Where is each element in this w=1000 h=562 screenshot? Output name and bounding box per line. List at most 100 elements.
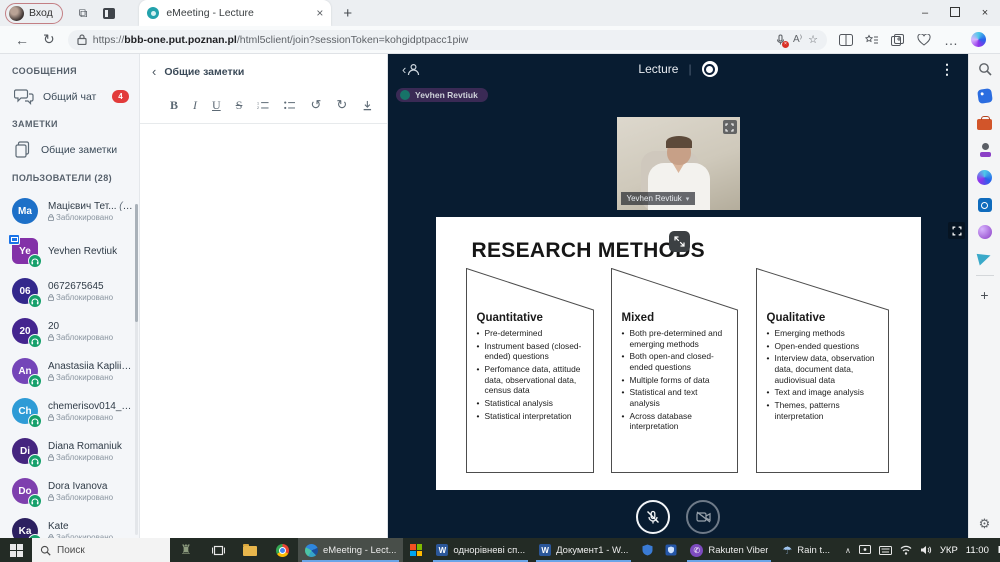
address-bar[interactable]: https://bbb-one.put.poznan.pl/html5clien… [67,29,827,50]
volume-icon[interactable] [920,545,932,555]
ordered-list-button[interactable]: 12 [257,100,269,111]
tab-close-icon[interactable]: × [316,6,323,20]
tray-expand-icon[interactable]: ∧ [845,546,851,555]
sidebar-outlook-icon[interactable] [977,198,992,212]
collections-star-icon[interactable] [865,33,879,46]
user-list-item[interactable]: Ch chemerisov014_19... Заблокировано [0,391,139,431]
download-notes-button[interactable] [362,99,373,112]
chrome-icon[interactable] [266,538,298,562]
browser-titlebar: Вход ⧉ eMeeting - Lecture × + – × [0,0,1000,26]
presentation-whiteboard[interactable]: RESEARCH METHODS Quantitative Pre-determ… [435,217,921,490]
tray-window-icon[interactable] [858,545,871,555]
sidebar-games-icon[interactable] [978,143,992,157]
lock-icon[interactable] [77,34,87,45]
tab-actions-icon[interactable] [103,7,116,19]
user-list-item[interactable]: An Anastasiia Kapliienko Заблокировано [0,351,139,391]
options-menu-icon[interactable]: ⋮ [940,61,954,78]
window-minimize-button[interactable]: – [910,7,940,19]
favorite-star-icon[interactable]: ☆ [808,33,818,46]
redo-button[interactable]: ↻ [336,97,347,113]
castle-shortcut-icon[interactable]: ♜ [170,538,202,562]
clock[interactable]: 11:00 [966,545,989,556]
language-indicator[interactable]: УКР [940,545,958,556]
taskbar-task-word1[interactable]: W однорівневі сп... [429,538,532,562]
back-button[interactable]: ← [15,32,29,48]
user-name: 0672675645 [48,280,104,292]
sidebar-item-public-chat[interactable]: Общий чат 4 [0,84,139,109]
window-close-button[interactable]: × [970,7,1000,19]
profile-avatar [9,5,24,21]
touch-keyboard-icon[interactable] [878,545,892,555]
mic-blocked-icon[interactable]: × [775,33,789,48]
bold-button[interactable]: B [170,98,178,113]
collections-add-icon[interactable] [891,33,905,46]
security-shield-icon[interactable] [635,538,659,562]
minimize-presentation-button[interactable] [668,231,690,252]
user-list-item[interactable]: Ye Yevhen Revtiuk Заблокировано [0,231,139,271]
user-name: Diana Romaniuk [48,440,122,452]
sidebar-settings-icon[interactable]: ⚙ [979,516,991,532]
user-lock-status: Заблокировано [48,293,113,302]
taskbar-weather[interactable]: ☂ Rain t... [775,538,837,562]
browser-profile-button[interactable]: Вход [5,2,63,24]
task-view-button[interactable] [202,538,234,562]
notes-editor[interactable] [140,124,387,504]
webcam-video[interactable]: Yevhen Revtiuk ▾ [616,117,740,210]
defender-icon[interactable] [659,538,683,562]
user-list-item[interactable]: 06 0672675645 Заблокировано [0,271,139,311]
webcam-fullscreen-icon[interactable] [722,120,737,134]
search-placeholder: Поиск [57,544,85,556]
copilot-icon[interactable] [971,32,986,47]
taskbar-task-viber[interactable]: ✆ Rakuten Viber [683,538,775,562]
workspaces-icon[interactable]: ⧉ [79,6,88,21]
file-explorer-icon[interactable] [234,538,266,562]
join-audio-button[interactable] [636,500,670,534]
unordered-list-button[interactable] [284,100,296,111]
browser-menu-icon[interactable]: … [944,32,958,48]
sidebar-drop-icon[interactable] [977,225,992,239]
taskbar-search[interactable]: Поиск [32,538,170,562]
sidebar-shopping-icon[interactable] [976,88,993,104]
share-webcam-button[interactable] [686,500,720,534]
office-app-icon[interactable] [403,538,429,562]
italic-button[interactable]: I [193,98,197,113]
sidebar-tools-icon[interactable] [977,116,992,130]
network-icon[interactable] [900,545,912,555]
talking-indicator[interactable]: Yevhen Revtiuk [396,88,488,102]
headphones-icon [28,494,42,508]
new-tab-button[interactable]: + [343,5,352,22]
strikethrough-button[interactable]: S [236,98,243,113]
sidebar-copilot-icon[interactable] [977,170,992,185]
user-name: Мацієвич Тет... (Вы) [48,200,133,212]
webcam-nametag[interactable]: Yevhen Revtiuk ▾ [620,192,696,205]
user-list-item[interactable]: Ma Мацієвич Тет... (Вы) Заблокировано [0,191,139,231]
start-button[interactable] [0,538,32,562]
undo-button[interactable]: ↺ [310,97,321,113]
sidebar-search-icon[interactable] [978,62,992,76]
sidebar-send-icon[interactable] [976,250,993,266]
sidebar-add-button[interactable]: + [980,287,988,303]
user-list-item[interactable]: Di Diana Romaniuk Заблокировано [0,431,139,471]
presentation-fullscreen-icon[interactable] [948,222,965,239]
sidebar-scrollbar[interactable] [135,204,138,535]
user-list-item[interactable]: 20 20 Заблокировано [0,311,139,351]
tab-emeeting[interactable]: eMeeting - Lecture × [139,0,332,26]
window-restore-button[interactable] [940,6,970,20]
user-list-item[interactable]: Do Dora Ivanova Заблокировано [0,471,139,511]
taskbar-task-edge[interactable]: eMeeting - Lect... [298,538,404,562]
user-list-item[interactable]: Ka Kate Заблокировано [0,511,139,538]
refresh-button[interactable]: ↻ [43,31,55,48]
read-aloud-icon[interactable]: A⁾ [793,34,802,45]
record-button[interactable] [701,61,718,77]
taskbar-task-word2[interactable]: W Документ1 - W... [532,538,635,562]
avatar: An [12,358,42,388]
userlist-toggle-button[interactable]: ‹ [402,62,420,77]
underline-button[interactable]: U [212,98,221,113]
browser-essentials-icon[interactable] [917,33,931,46]
notes-back-button[interactable]: ‹ [152,64,156,79]
bullet: Both pre-determined and emerging methods [622,328,730,349]
user-lock-status: Заблокировано [48,453,122,462]
split-screen-icon[interactable] [839,33,853,46]
microphone-slash-icon [647,510,659,523]
sidebar-item-shared-notes[interactable]: Общие заметки [0,137,139,163]
